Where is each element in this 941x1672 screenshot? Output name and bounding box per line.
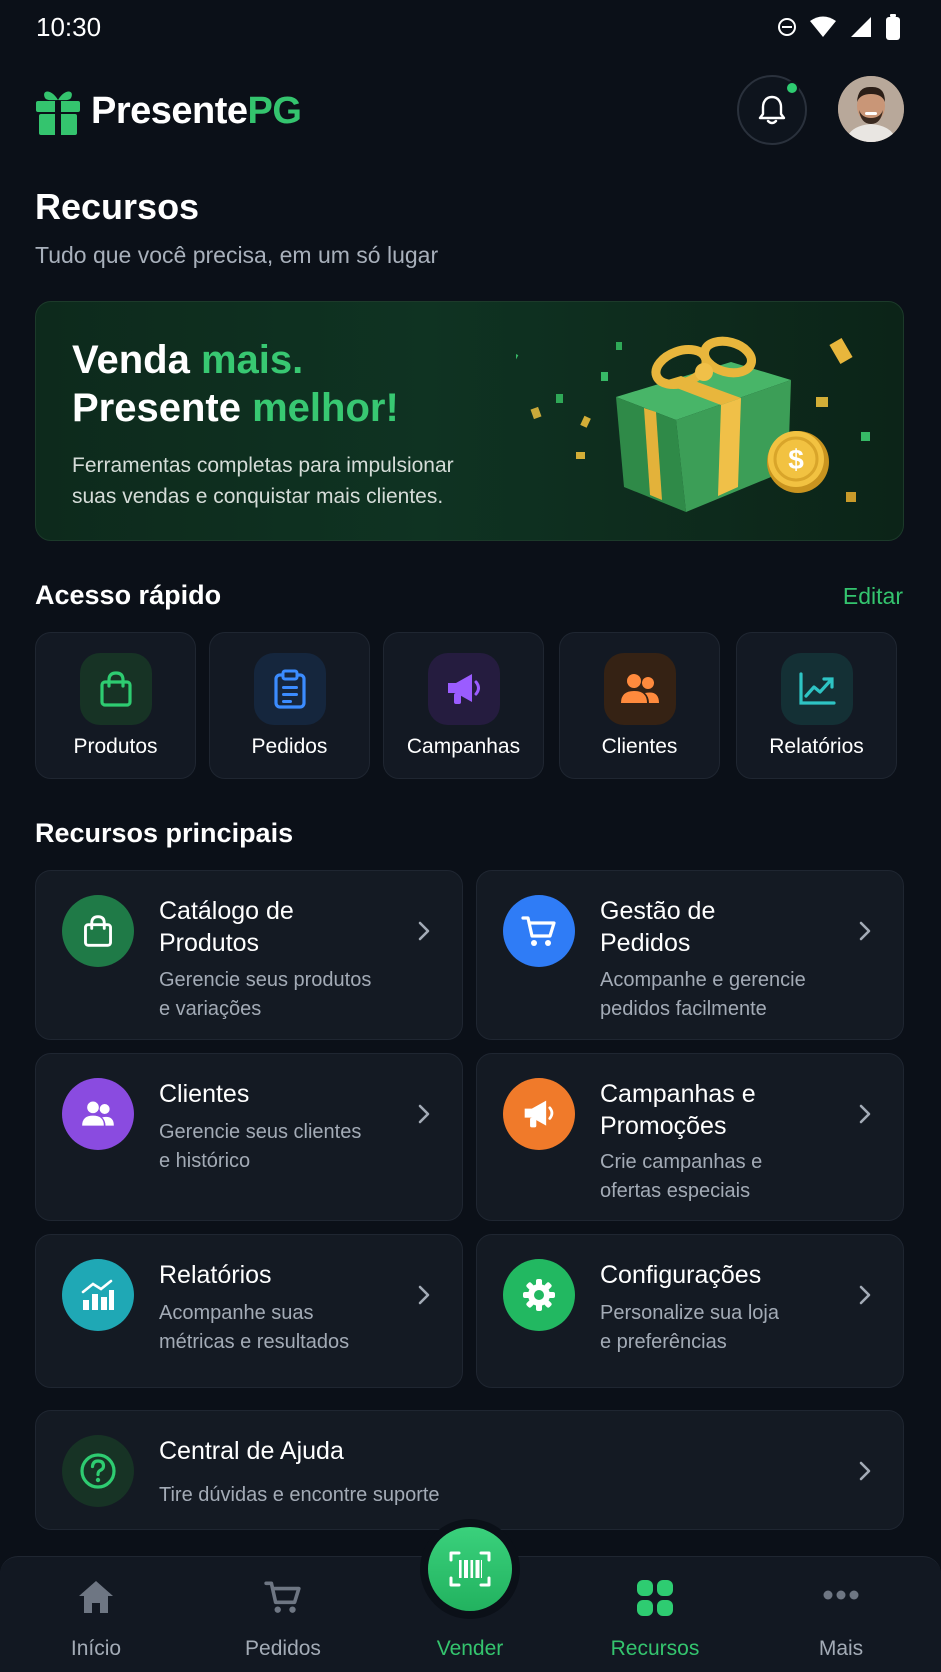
- sell-scan-button[interactable]: [428, 1527, 512, 1611]
- more-icon: [823, 1590, 859, 1600]
- notification-badge: [785, 81, 799, 95]
- app-header: PresentePG: [0, 70, 941, 150]
- resource-title: Gestão de Pedidos: [600, 897, 716, 957]
- banner-headline-1: Venda mais.: [72, 338, 304, 382]
- resource-title: Campanhas e Promoções: [600, 1080, 756, 1140]
- bar-chart-icon: [62, 1259, 134, 1331]
- megaphone-icon: [503, 1078, 575, 1150]
- help-circle-icon: [62, 1435, 134, 1507]
- nav-label: Pedidos: [245, 1637, 321, 1660]
- quick-item-produtos[interactable]: Produtos: [35, 632, 196, 779]
- resource-title: Configurações: [600, 1261, 762, 1289]
- wifi-icon: [810, 16, 836, 37]
- gear-icon: [503, 1259, 575, 1331]
- gift-logo-icon: [36, 91, 80, 135]
- status-time: 10:30: [36, 12, 102, 42]
- quick-item-relatorios[interactable]: Relatórios: [736, 632, 897, 779]
- gift-illustration: $: [516, 336, 870, 512]
- resource-description: Personalize sua loja e preferências: [600, 1302, 779, 1353]
- resource-card-configuracoes[interactable]: Configurações Personalize sua loja e pref…: [476, 1234, 904, 1388]
- cart-icon: [503, 895, 575, 967]
- home-icon: [79, 1581, 113, 1613]
- help-title: Central de Ajuda: [159, 1437, 344, 1465]
- banner-headline-2: Presente melhor!: [72, 386, 399, 430]
- brand-logo[interactable]: PresentePG: [35, 86, 302, 136]
- quick-item-label: Campanhas: [406, 735, 521, 758]
- status-bar: 10:30: [0, 0, 941, 56]
- brand-name: PresentePG: [91, 89, 302, 132]
- resource-description: Crie campanhas e ofertas especiais: [600, 1151, 763, 1202]
- resource-title: Catálogo de Produtos: [159, 897, 294, 957]
- battery-icon: [886, 14, 900, 40]
- quick-access-title: Acesso rápido: [35, 580, 222, 610]
- resource-card-campanhas[interactable]: Campanhas e Promoções Crie campanhas e ofe…: [476, 1053, 904, 1221]
- resource-title: Clientes: [159, 1080, 250, 1108]
- nav-label: Recursos: [610, 1637, 700, 1660]
- banner-description: Ferramentas completas para impulsionar s…: [72, 454, 454, 508]
- resource-card-relatorios[interactable]: Relatórios Acompanhe suas métricas e resu…: [35, 1234, 463, 1388]
- quick-item-pedidos[interactable]: Pedidos: [209, 632, 370, 779]
- resource-description: Acompanhe suas métricas e resultados: [159, 1302, 350, 1353]
- status-icons: [777, 14, 901, 40]
- shopping-bag-icon: [79, 653, 152, 725]
- avatar-image: [838, 76, 904, 142]
- quick-item-clientes[interactable]: Clientes: [559, 632, 720, 779]
- nav-label: Mais: [818, 1637, 864, 1660]
- resource-description: Gerencie seus clientes e histórico: [159, 1121, 362, 1172]
- svg-text:$: $: [788, 444, 804, 475]
- nav-pedidos[interactable]: Pedidos: [208, 1557, 358, 1672]
- quick-item-label: Clientes: [601, 735, 678, 758]
- promo-banner[interactable]: Venda mais. Presente melhor! Ferramentas…: [35, 301, 904, 541]
- page-subtitle: Tudo que você precisa, em um só lugar: [35, 242, 439, 268]
- chevron-right-icon: [859, 1461, 871, 1481]
- chevron-right-icon: [859, 1285, 871, 1305]
- resource-card-catalogo[interactable]: Catálogo de Produtos Gerencie seus produt…: [35, 870, 463, 1040]
- clipboard-icon: [253, 653, 326, 725]
- grid-icon: [637, 1580, 673, 1616]
- help-description: Tire dúvidas e encontre suporte: [159, 1484, 440, 1506]
- cart-icon: [264, 1581, 301, 1613]
- quick-item-label: Pedidos: [251, 735, 328, 758]
- quick-item-label: Relatórios: [769, 735, 864, 758]
- quick-item-campanhas[interactable]: Campanhas: [383, 632, 544, 779]
- chevron-right-icon: [418, 1104, 430, 1124]
- chevron-right-icon: [418, 1285, 430, 1305]
- do-not-disturb-icon: [778, 18, 796, 36]
- main-resources-title: Recursos principais: [35, 818, 294, 848]
- user-avatar[interactable]: [838, 76, 904, 142]
- chevron-right-icon: [859, 921, 871, 941]
- help-center-card[interactable]: Central de Ajuda Tire dúvidas e encontre…: [35, 1410, 904, 1530]
- barcode-scan-icon: [449, 1551, 491, 1587]
- users-icon: [62, 1078, 134, 1150]
- resource-description: Gerencie seus produtos e variações: [159, 969, 372, 1020]
- resource-card-pedidos[interactable]: Gestão de Pedidos Acompanhe e gerencie ped…: [476, 870, 904, 1040]
- megaphone-icon: [427, 653, 500, 725]
- bell-icon: [758, 95, 786, 125]
- resource-title: Relatórios: [159, 1261, 272, 1289]
- shopping-bag-icon: [62, 895, 134, 967]
- users-icon: [603, 653, 676, 725]
- signal-icon: [851, 17, 871, 37]
- page-title: Recursos: [35, 186, 200, 227]
- resource-description: Acompanhe e gerencie pedidos facilmente: [600, 969, 806, 1020]
- nav-recursos[interactable]: Recursos: [580, 1557, 730, 1672]
- notifications-button[interactable]: [737, 75, 807, 145]
- nav-inicio[interactable]: Início: [21, 1557, 171, 1672]
- nav-mais[interactable]: Mais: [766, 1557, 916, 1672]
- nav-label: Início: [70, 1637, 122, 1660]
- edit-quick-access-link[interactable]: Editar: [843, 583, 903, 610]
- quick-item-label: Produtos: [73, 735, 158, 758]
- chevron-right-icon: [859, 1104, 871, 1124]
- chart-line-icon: [780, 653, 853, 725]
- resource-card-clientes[interactable]: Clientes Gerencie seus clientes e históri…: [35, 1053, 463, 1221]
- nav-label: Vender: [436, 1637, 504, 1660]
- chevron-right-icon: [418, 921, 430, 941]
